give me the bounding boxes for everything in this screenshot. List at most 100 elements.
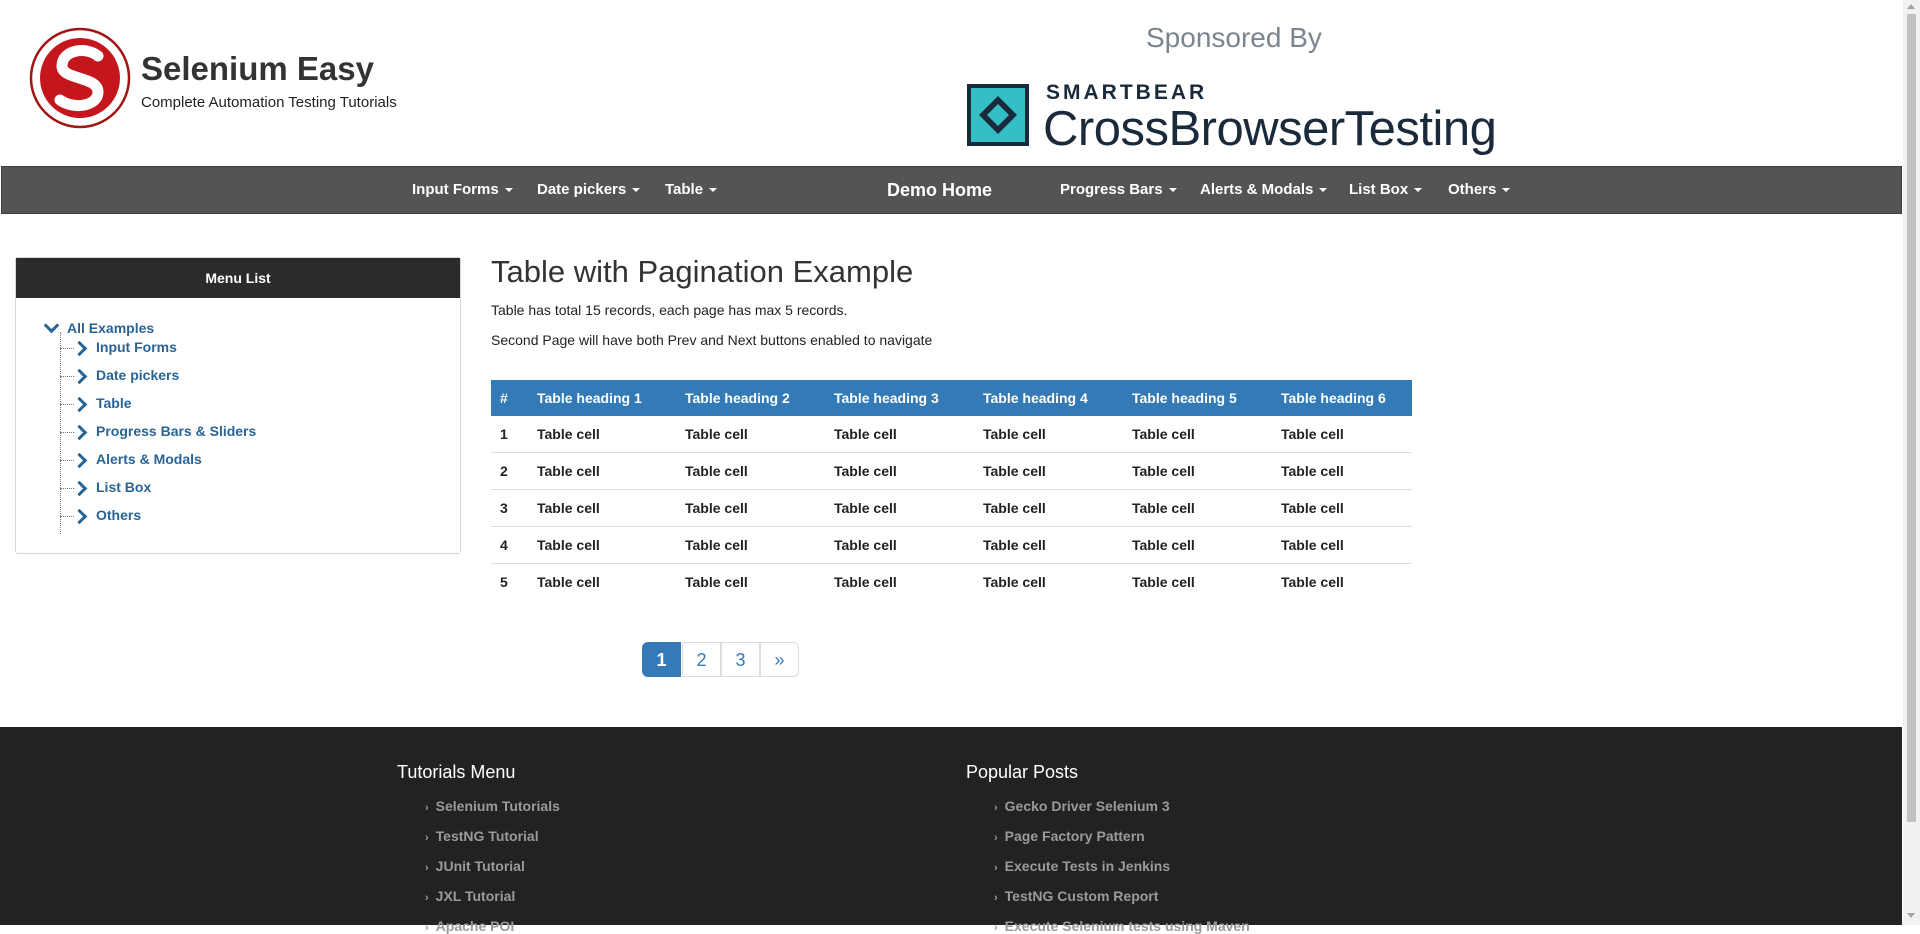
table-cell: Table cell	[676, 452, 825, 490]
table-cell: 2	[491, 452, 528, 490]
tree-connector	[60, 332, 61, 534]
page-title: Table with Pagination Example	[491, 254, 914, 289]
brand-subtitle: Complete Automation Testing Tutorials	[141, 94, 397, 111]
nav-input-forms[interactable]: Input Forms	[412, 167, 513, 213]
table-cell: Table cell	[1272, 452, 1412, 490]
footer-link[interactable]: › Gecko Driver Selenium 3	[994, 798, 1170, 814]
table-cell: Table cell	[537, 574, 600, 590]
scroll-down-arrow-icon[interactable]	[1907, 913, 1915, 918]
tree-item-input-forms[interactable]: Input Forms	[96, 339, 177, 355]
caret-down-icon	[632, 188, 641, 193]
table-cell: Table cell	[825, 452, 974, 490]
table-row: 1 Table cell Table cell Table cell Table…	[491, 416, 1412, 453]
footer-link[interactable]: › JUnit Tutorial	[425, 858, 525, 874]
nav-label: Progress Bars	[1060, 181, 1163, 198]
footer-link-label: JXL Tutorial	[435, 888, 516, 904]
chevron-right-icon[interactable]	[71, 340, 88, 357]
nav-table[interactable]: Table	[665, 167, 718, 213]
scrollbar-thumb[interactable]	[1907, 14, 1916, 822]
footer-link[interactable]: › TestNG Custom Report	[994, 888, 1158, 904]
column-header: Table heading 2	[676, 380, 825, 416]
page-2-button[interactable]: 2	[682, 642, 721, 677]
chevron-right-icon[interactable]	[71, 396, 88, 413]
records-table: # Table heading 1 Table heading 2 Table …	[491, 380, 1412, 600]
nav-progress-bars[interactable]: Progress Bars	[1060, 167, 1177, 213]
selenium-easy-logo-icon	[29, 27, 131, 129]
table-cell: Table cell	[1132, 574, 1195, 590]
scroll-up-arrow-icon[interactable]	[1907, 4, 1915, 9]
chevron-right-icon: ›	[425, 802, 429, 814]
caret-down-icon	[1414, 188, 1423, 193]
next-page-button[interactable]: »	[760, 642, 799, 677]
caret-down-icon	[1319, 188, 1328, 193]
tree-item-alerts-modals[interactable]: Alerts & Modals	[96, 451, 202, 467]
nav-others[interactable]: Others	[1448, 167, 1511, 213]
popular-posts-title: Popular Posts	[966, 762, 1079, 782]
footer-link-label: TestNG Tutorial	[435, 828, 539, 844]
table-cell: Table cell	[528, 526, 676, 564]
footer-link-label: Page Factory Pattern	[1004, 828, 1145, 844]
site-footer: Tutorials Menu › Selenium Tutorials › Test…	[0, 727, 1902, 934]
table-cell: Table cell	[1272, 416, 1412, 453]
footer-link[interactable]: › Execute Selenium tests using Maven	[994, 918, 1250, 934]
footer-link-label: TestNG Custom Report	[1004, 888, 1159, 904]
table-cell: Table cell	[528, 452, 676, 490]
footer-link-label: Selenium Tutorials	[435, 798, 560, 814]
page-3-button[interactable]: 3	[721, 642, 760, 677]
sponsor-product-name[interactable]: CrossBrowserTesting	[1043, 101, 1497, 157]
caret-down-icon	[1502, 188, 1511, 193]
footer-link-label: Execute Tests in Jenkins	[1004, 858, 1171, 874]
table-cell: Table cell	[528, 416, 676, 453]
chevron-right-icon[interactable]	[71, 508, 88, 525]
table-cell: Table cell	[974, 489, 1123, 527]
tree-item-date-pickers[interactable]: Date pickers	[96, 367, 179, 383]
nav-list-box[interactable]: List Box	[1349, 167, 1423, 213]
nav-demo-home[interactable]: Demo Home	[887, 167, 992, 213]
caret-down-icon	[504, 188, 513, 193]
table-row: 3 Table cell Table cell Table cell Table…	[491, 489, 1412, 527]
footer-link[interactable]: › Page Factory Pattern	[994, 828, 1145, 844]
crossbrowsertesting-logo-icon[interactable]	[967, 84, 1029, 146]
footer-link[interactable]: › Apache POI	[425, 918, 514, 934]
column-header: Table heading 3	[825, 380, 974, 416]
table-cell: Table cell	[834, 574, 897, 590]
footer-link[interactable]: › Execute Tests in Jenkins	[994, 858, 1170, 874]
nav-label: List Box	[1349, 181, 1409, 198]
chevron-right-icon: ›	[994, 802, 998, 814]
table-cell: Table cell	[685, 574, 748, 590]
table-row: 5 Table cell Table cell Table cell Table…	[491, 564, 1412, 601]
footer-link[interactable]: › TestNG Tutorial	[425, 828, 539, 844]
table-cell: Table cell	[825, 416, 974, 453]
chevron-right-icon: ›	[425, 862, 429, 874]
tree-item-table[interactable]: Table	[96, 395, 132, 411]
chevron-down-icon[interactable]	[43, 317, 60, 334]
footer-link[interactable]: › JXL Tutorial	[425, 888, 515, 904]
table-cell: Table cell	[974, 526, 1123, 564]
tree-item-others[interactable]: Others	[96, 507, 141, 523]
table-cell: Table cell	[974, 416, 1123, 453]
table-cell: Table cell	[1123, 489, 1272, 527]
tree-item-progress-bars[interactable]: Progress Bars & Sliders	[96, 423, 256, 439]
chevron-right-icon[interactable]	[71, 480, 88, 497]
menu-list-title: Menu List	[16, 258, 460, 298]
chevron-right-icon[interactable]	[71, 368, 88, 385]
vertical-scrollbar[interactable]	[1903, 0, 1920, 925]
tree-item-all-examples[interactable]: All Examples	[67, 320, 154, 336]
chevron-right-icon[interactable]	[71, 424, 88, 441]
column-header: Table heading 5	[1123, 380, 1272, 416]
page-description: Second Page will have both Prev and Next…	[491, 332, 933, 348]
tutorials-menu-title: Tutorials Menu	[397, 762, 516, 782]
table-cell: 5	[500, 574, 508, 590]
table-cell: Table cell	[1123, 416, 1272, 453]
top-navbar: Input Forms Date pickers Table Demo Home…	[1, 166, 1902, 214]
nav-date-pickers[interactable]: Date pickers	[537, 167, 641, 213]
nav-alerts-modals[interactable]: Alerts & Modals	[1200, 167, 1328, 213]
table-cell: Table cell	[676, 489, 825, 527]
column-header: Table heading 1	[528, 380, 676, 416]
table-row: 4 Table cell Table cell Table cell Table…	[491, 526, 1412, 564]
footer-link[interactable]: › Selenium Tutorials	[425, 798, 560, 814]
page-1-button[interactable]: 1	[642, 642, 681, 677]
chevron-right-icon[interactable]	[71, 452, 88, 469]
tree-item-list-box[interactable]: List Box	[96, 479, 151, 495]
nav-label: Input Forms	[412, 181, 499, 198]
